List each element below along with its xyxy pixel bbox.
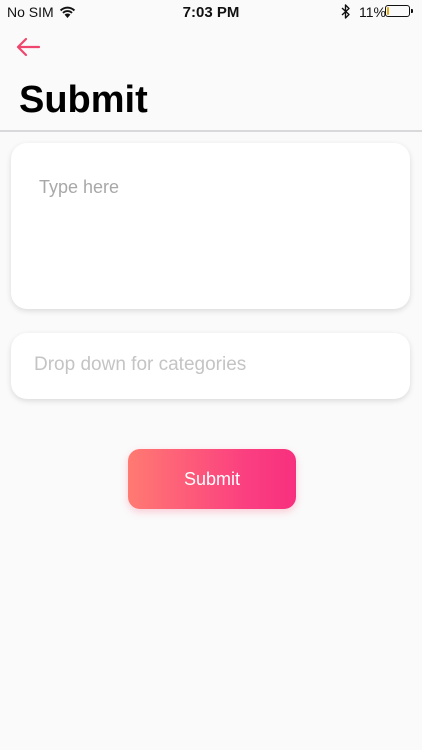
text-input[interactable]	[39, 177, 379, 287]
category-dropdown-placeholder: Drop down for categories	[34, 354, 247, 375]
arrow-left-icon	[16, 37, 41, 57]
page-title: Submit	[19, 79, 148, 121]
submit-button[interactable]: Submit	[128, 449, 296, 509]
bluetooth-icon	[341, 4, 350, 24]
category-dropdown[interactable]: Drop down for categories	[11, 333, 410, 399]
battery-level-fill	[387, 7, 389, 15]
battery-icon	[385, 5, 413, 17]
header-divider	[0, 130, 422, 132]
text-input-card	[11, 143, 410, 309]
back-button[interactable]	[15, 36, 41, 58]
status-bar: No SIM 7:03 PM 11%	[0, 0, 422, 24]
battery-percent: 11%	[359, 4, 386, 20]
